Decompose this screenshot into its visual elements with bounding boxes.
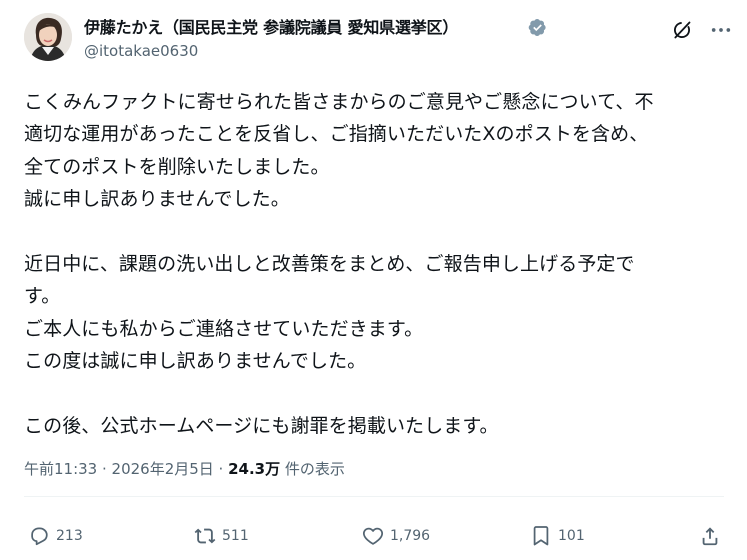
post-body: こくみんファクトに寄せられた皆さまからのご意見やご懸念について、不 適切な運用が…	[24, 86, 729, 442]
like-count: 1,796	[390, 528, 431, 544]
like-button[interactable]: 1,796	[362, 520, 430, 552]
paragraph-spacer: ​	[24, 378, 729, 410]
bookmark-button[interactable]: 101	[530, 520, 585, 552]
heart-icon	[362, 527, 384, 545]
bookmark-icon	[533, 526, 549, 546]
verified-badge-icon	[528, 19, 546, 36]
post-meta: 午前11:33 · 2026年2月5日 · 24.3万 件の表示	[24, 458, 345, 479]
repost-button[interactable]: 511	[194, 520, 249, 552]
reply-button[interactable]: 213	[28, 520, 83, 552]
action-bar: 213 511 1,796 101	[0, 520, 747, 552]
author-handle[interactable]: @itotakae0630	[84, 42, 198, 60]
avatar[interactable]	[24, 13, 72, 61]
more-options-icon[interactable]	[710, 22, 732, 38]
reply-icon	[31, 527, 48, 546]
author-display-name[interactable]: 伊藤たかえ（国民民主党 参議院議員 愛知県選挙区）	[84, 14, 458, 38]
divider	[24, 496, 724, 497]
avatar-photo	[24, 13, 72, 61]
views-count: 24.3万	[228, 460, 281, 478]
repost-icon	[194, 528, 216, 544]
post-paragraph: この後、公式ホームページにも謝罪を掲載いたします。	[24, 415, 499, 438]
paragraph-spacer: ​	[24, 216, 729, 248]
bookmark-count: 101	[558, 528, 585, 544]
reply-count: 213	[56, 528, 83, 544]
post-paragraph: こくみんファクトに寄せられた皆さまからのご意見やご懸念について、不 適切な運用が…	[24, 91, 654, 211]
post-timestamp[interactable]: 午前11:33 · 2026年2月5日 ·	[24, 460, 228, 478]
share-icon	[702, 527, 718, 546]
repost-count: 511	[222, 528, 249, 544]
share-button[interactable]	[699, 520, 721, 552]
post-header: 伊藤たかえ（国民民主党 参議院議員 愛知県選挙区） @itotakae0630	[0, 0, 747, 80]
grok-icon[interactable]	[672, 20, 692, 40]
views-label: 件の表示	[280, 460, 345, 478]
post-paragraph: 近日中に、課題の洗い出しと改善策をまとめ、ご報告申し上げる予定で す。 ご本人に…	[24, 253, 635, 373]
